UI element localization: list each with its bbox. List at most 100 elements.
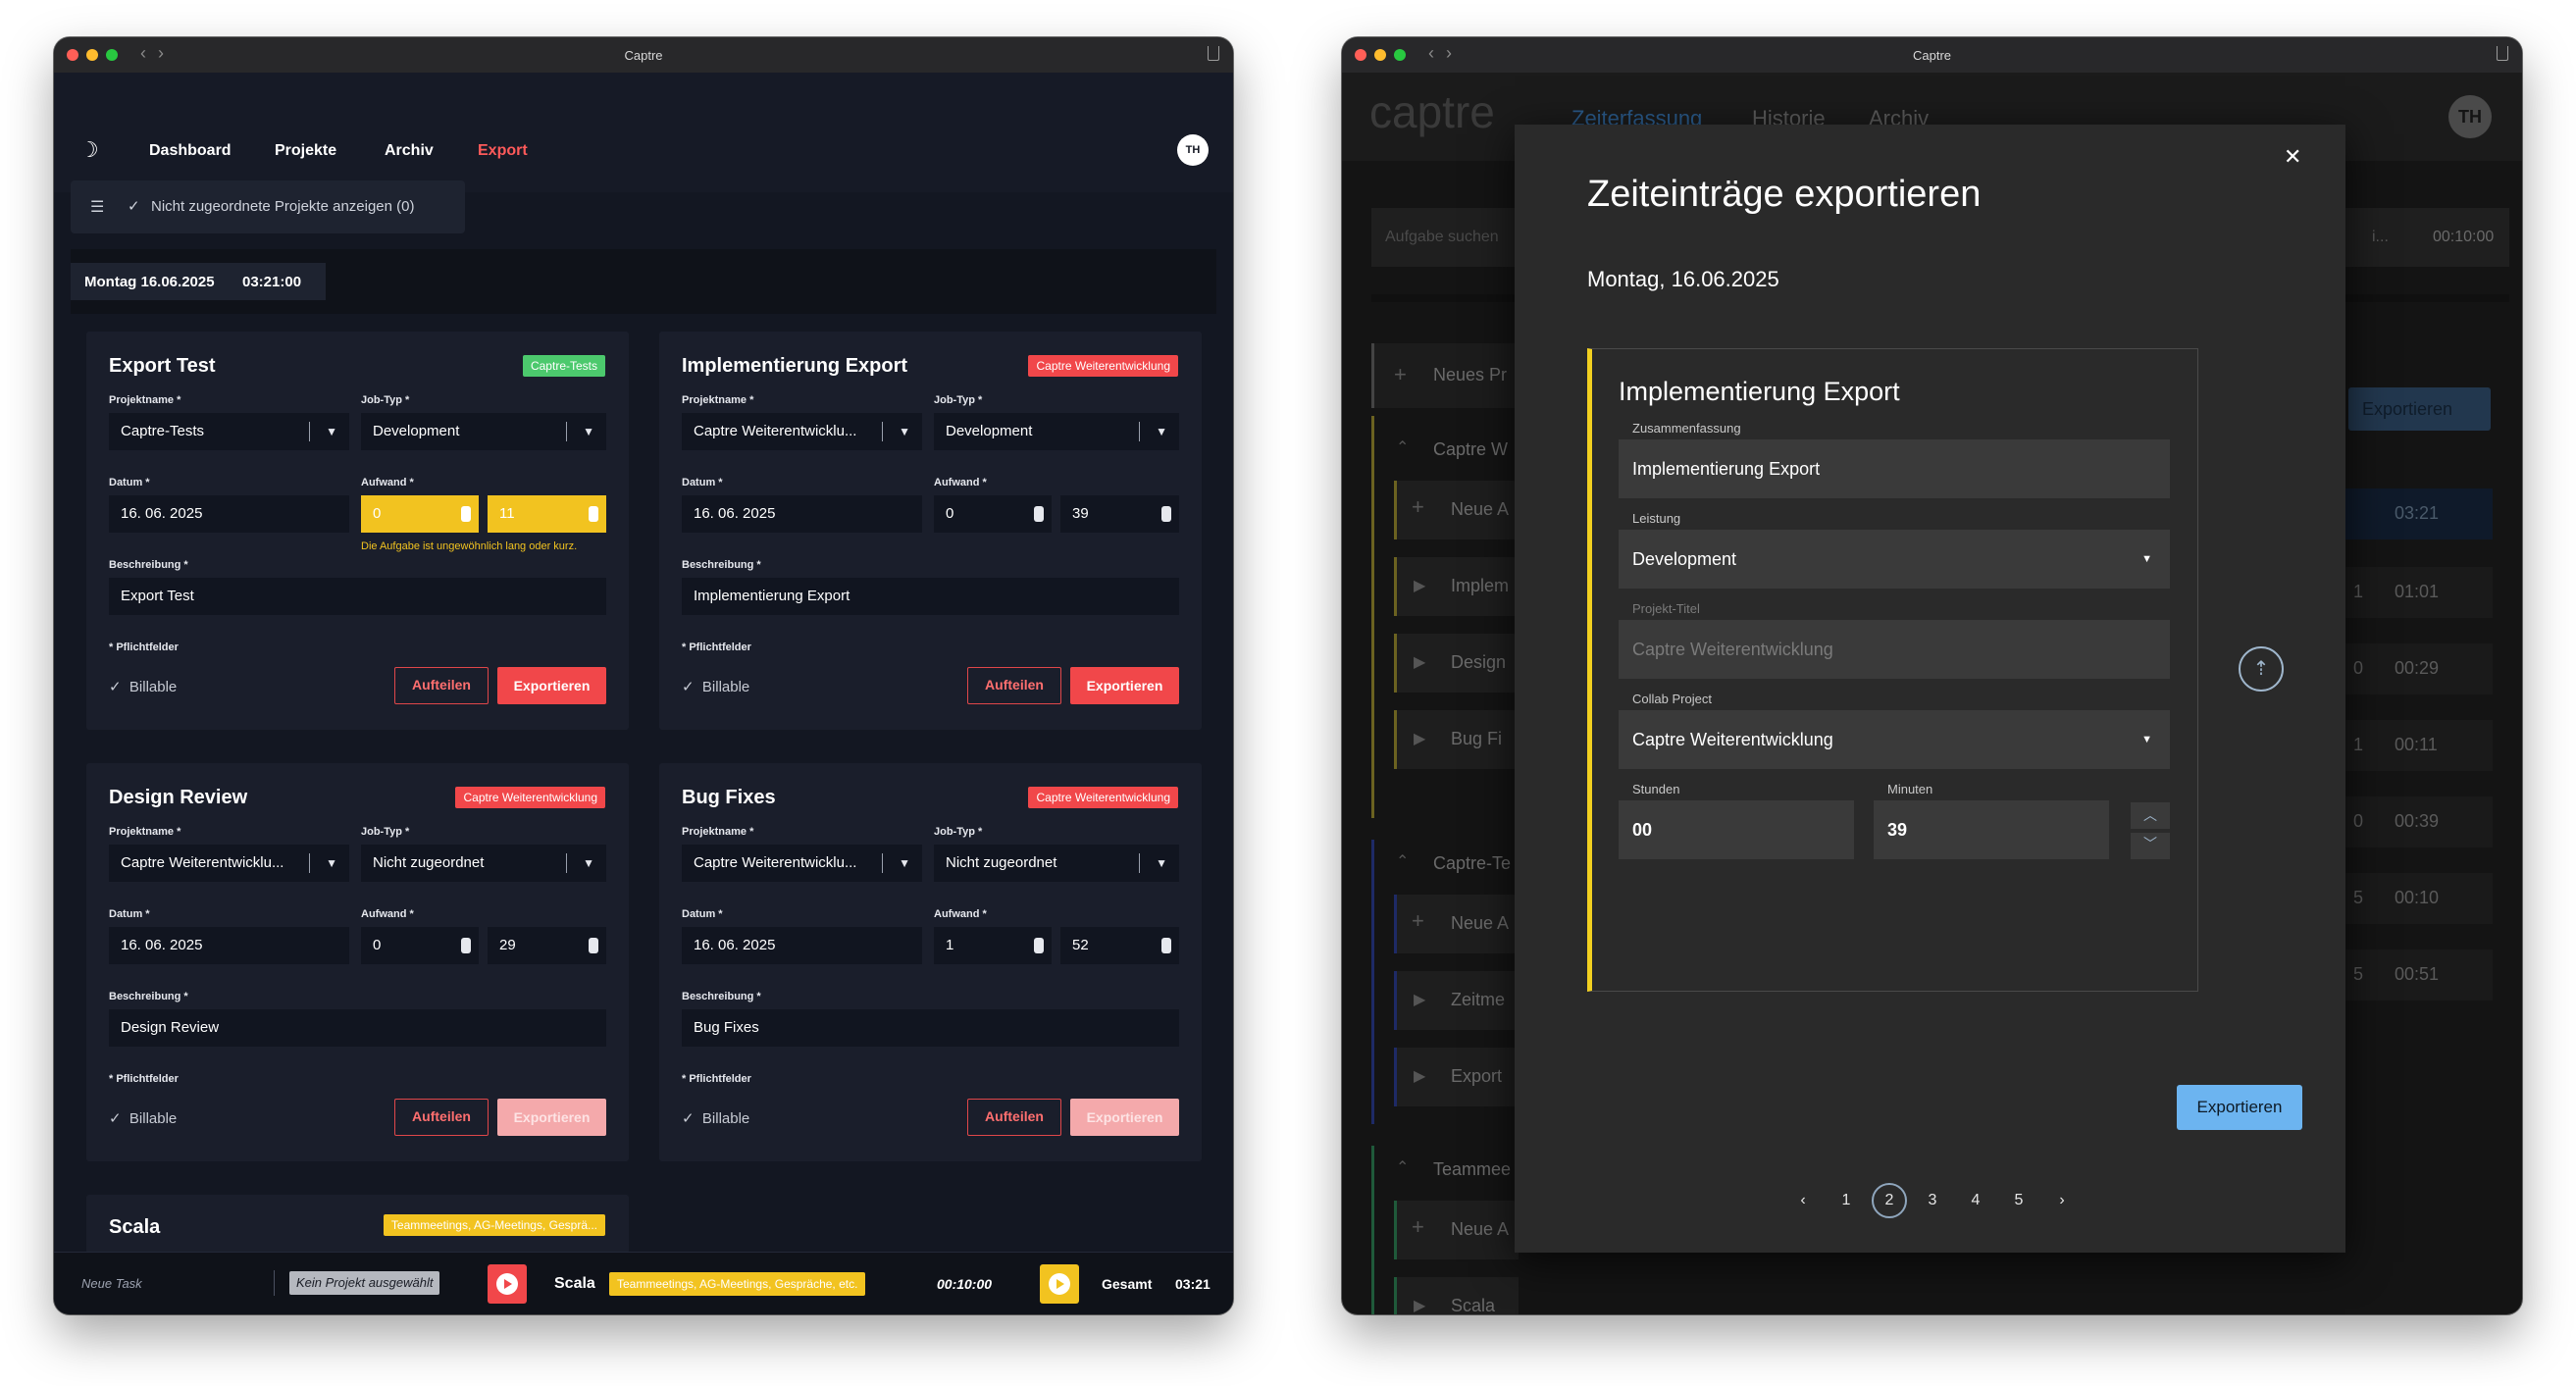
page-2[interactable]: 2 [1872, 1183, 1907, 1218]
stepper-icon[interactable] [589, 506, 598, 522]
sidebar-item[interactable]: ▶ Scala [1394, 1277, 1519, 1314]
aufteilen-button[interactable]: Aufteilen [394, 1099, 489, 1136]
page-3[interactable]: 3 [1915, 1183, 1950, 1218]
time-row[interactable]: 0 00:39 [2345, 796, 2493, 847]
nav-projekte[interactable]: Projekte [275, 142, 336, 160]
chevron-up-icon[interactable]: ⌃ [1396, 437, 1409, 457]
hours-input[interactable]: 0 [934, 495, 1052, 533]
page-4[interactable]: 4 [1958, 1183, 1993, 1218]
nav-export[interactable]: Export [478, 142, 528, 160]
export-button-bg[interactable]: Exportieren [2348, 387, 2491, 431]
avatar[interactable]: TH [1177, 134, 1209, 166]
leistung-select[interactable]: Leistung Development ▼ [1619, 511, 2170, 589]
jobtyp-select[interactable]: Nicht zugeordnet ▼ [361, 845, 606, 882]
projekt-select[interactable]: Captre Weiterentwicklu... ▼ [682, 413, 922, 450]
dialog-export-button[interactable]: Exportieren [2177, 1085, 2302, 1130]
stepper-icon[interactable] [1161, 938, 1171, 953]
stepper-icon[interactable] [1034, 938, 1044, 953]
split-icon[interactable]: ⇡ [2239, 646, 2284, 692]
stepper-icon[interactable] [461, 506, 471, 522]
beschreibung-input[interactable]: Design Review [109, 1009, 606, 1047]
time-row[interactable]: 1 00:11 [2345, 720, 2493, 771]
projekt-select[interactable]: Captre Weiterentwicklu... ▼ [682, 845, 922, 882]
chevron-down-icon[interactable]: ﹀ [2131, 833, 2170, 859]
filter-icon[interactable]: ☰ [90, 197, 104, 217]
close-icon[interactable]: ✕ [2284, 144, 2301, 170]
moon-icon[interactable]: ☽ [79, 137, 99, 163]
beschreibung-input[interactable]: Implementierung Export [682, 578, 1179, 615]
chevron-up-icon[interactable]: ⌃ [1396, 851, 1409, 871]
stunden-input[interactable]: Stunden 00 [1619, 782, 1854, 859]
sidebar-item[interactable]: ▶ Zeitme [1394, 971, 1519, 1030]
beschreibung-label: Beschreibung * [682, 559, 761, 571]
sidebar-item[interactable]: ▶ Export [1394, 1048, 1519, 1106]
chevron-up-icon[interactable]: ⌃ [1396, 1157, 1409, 1177]
jobtyp-select[interactable]: Development ▼ [934, 413, 1179, 450]
play-button[interactable] [1040, 1264, 1079, 1304]
share-icon[interactable] [1208, 46, 1219, 61]
jobtyp-select[interactable]: Nicht zugeordnet ▼ [934, 845, 1179, 882]
minutes-input[interactable]: 52 [1060, 927, 1179, 964]
projektname-label: Projektname * [682, 826, 754, 838]
nav-dashboard[interactable]: Dashboard [149, 142, 232, 160]
time-row[interactable]: 0 00:29 [2345, 643, 2493, 694]
time-row[interactable]: 03:21 [2345, 488, 2493, 539]
time-row[interactable]: 1 01:01 [2345, 567, 2493, 618]
filter-bar[interactable]: ☰ ✓ Nicht zugeordnete Projekte anzeigen … [71, 180, 465, 233]
time-row[interactable]: 5 00:10 [2345, 873, 2493, 924]
sidebar-item[interactable]: ▶ Bug Fi [1394, 710, 1519, 769]
billable-checkbox[interactable]: ✓ Billable [682, 1109, 749, 1127]
time-row[interactable]: 5 00:51 [2345, 950, 2493, 1001]
minuten-input[interactable]: Minuten 39 [1874, 782, 2109, 859]
hours-input[interactable]: 0 [361, 927, 479, 964]
stepper-icon[interactable] [461, 938, 471, 953]
minutes-input[interactable]: 29 [488, 927, 606, 964]
nav-archiv[interactable]: Archiv [385, 142, 434, 160]
sidebar-item[interactable]: ▶ Design [1394, 634, 1519, 693]
stepper-icon[interactable] [1034, 506, 1044, 522]
projekt-select[interactable]: Captre-Tests ▼ [109, 413, 349, 450]
sidebar-item[interactable]: ▶ Implem [1394, 557, 1519, 616]
next-page-icon[interactable]: › [2044, 1183, 2080, 1218]
projekt-select[interactable]: Captre Weiterentwicklu... ▼ [109, 845, 349, 882]
minutes-input[interactable]: 11 [488, 495, 606, 533]
chevron-up-icon[interactable]: ︿ [2131, 802, 2170, 829]
beschreibung-input[interactable]: Bug Fixes [682, 1009, 1179, 1047]
exportieren-button[interactable]: Exportieren [497, 1099, 606, 1136]
aufteilen-button[interactable]: Aufteilen [967, 667, 1061, 704]
beschreibung-input[interactable]: Export Test [109, 578, 606, 615]
stepper-icon[interactable] [1161, 506, 1171, 522]
sidebar-item[interactable]: + Neue A [1394, 895, 1519, 953]
hours-input[interactable]: 1 [934, 927, 1052, 964]
datum-input[interactable]: 16. 06. 2025 [109, 927, 349, 964]
aufteilen-button[interactable]: Aufteilen [394, 667, 489, 704]
sidebar-new-project[interactable]: + Neues Pr [1371, 343, 1519, 408]
zusammenfassung-field[interactable]: Zusammenfassung Implementierung Export [1619, 421, 2170, 498]
page-1[interactable]: 1 [1829, 1183, 1864, 1218]
exportieren-button[interactable]: Exportieren [497, 667, 606, 704]
jobtyp-select[interactable]: Development ▼ [361, 413, 606, 450]
share-icon[interactable] [2497, 46, 2508, 61]
billable-checkbox[interactable]: ✓ Billable [109, 678, 177, 695]
datum-input[interactable]: 16. 06. 2025 [682, 927, 922, 964]
sidebar-item[interactable]: + Neue A [1394, 481, 1519, 539]
sidebar-item[interactable]: + Neue A [1394, 1201, 1519, 1259]
minutes-input[interactable]: 39 [1060, 495, 1179, 533]
datum-input[interactable]: 16. 06. 2025 [109, 495, 349, 533]
play-button[interactable] [488, 1264, 527, 1304]
page-5[interactable]: 5 [2001, 1183, 2036, 1218]
datum-input[interactable]: 16. 06. 2025 [682, 495, 922, 533]
avatar[interactable]: TH [2448, 95, 2492, 138]
new-task-input[interactable]: Neue Task [81, 1276, 142, 1291]
search-input[interactable]: Aufgabe suchen [1385, 229, 1499, 246]
hours-input[interactable]: 0 [361, 495, 479, 533]
collab-select[interactable]: Collab Project Captre Weiterentwicklung … [1619, 692, 2170, 769]
prev-page-icon[interactable]: ‹ [1785, 1183, 1821, 1218]
aufteilen-button[interactable]: Aufteilen [967, 1099, 1061, 1136]
project-select[interactable]: Kein Projekt ausgewählt [289, 1271, 440, 1295]
exportieren-button[interactable]: Exportieren [1070, 1099, 1179, 1136]
billable-checkbox[interactable]: ✓ Billable [682, 678, 749, 695]
stepper-icon[interactable] [589, 938, 598, 953]
billable-checkbox[interactable]: ✓ Billable [109, 1109, 177, 1127]
exportieren-button[interactable]: Exportieren [1070, 667, 1179, 704]
